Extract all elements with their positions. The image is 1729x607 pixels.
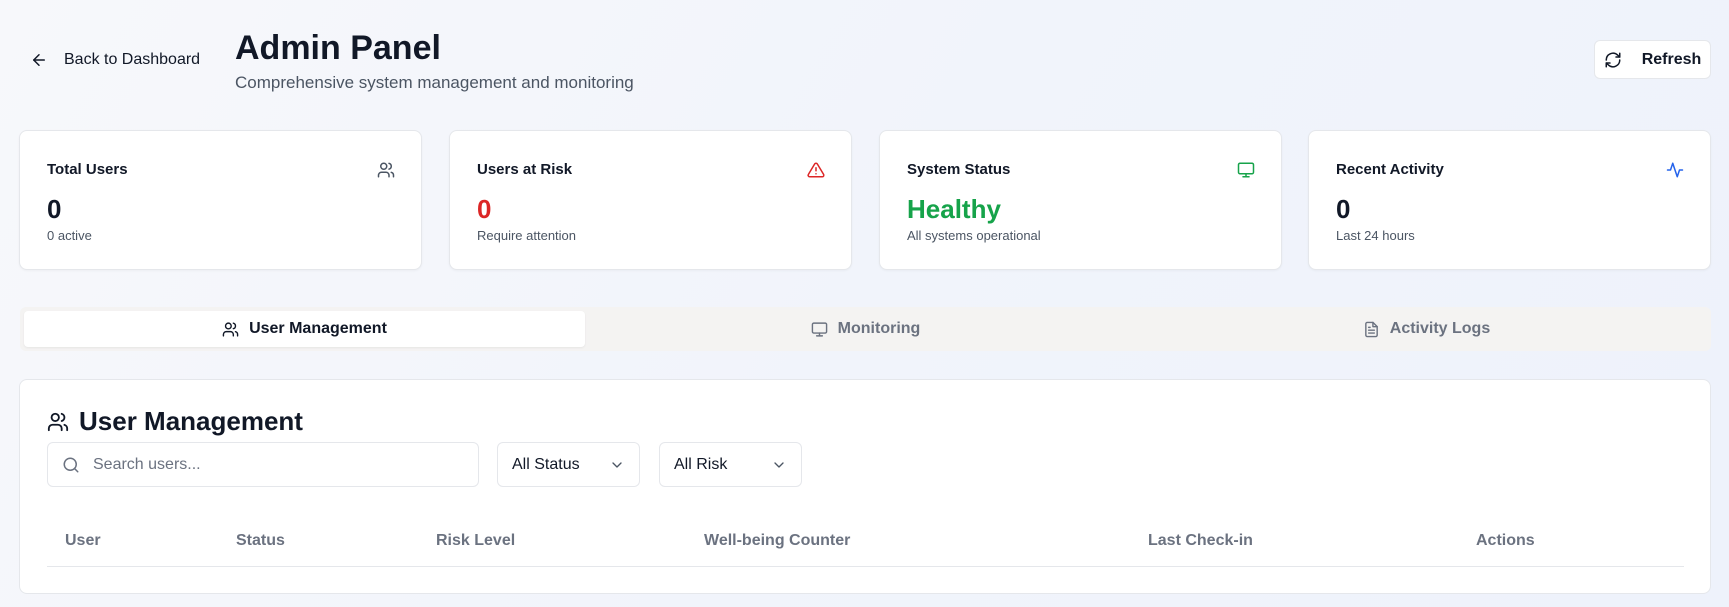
- refresh-button[interactable]: Refresh: [1594, 40, 1711, 79]
- title-block: Admin Panel Comprehensive system managem…: [235, 26, 634, 94]
- users-table-header: User Status Risk Level Well-being Counte…: [47, 515, 1684, 567]
- stat-card-system-status: System Status Healthy All systems operat…: [879, 130, 1282, 270]
- tab-monitoring[interactable]: Monitoring: [585, 311, 1146, 347]
- users-icon: [222, 321, 239, 337]
- users-icon: [377, 161, 395, 179]
- tab-label: Activity Logs: [1389, 320, 1491, 337]
- stat-value: Healthy: [907, 194, 1001, 224]
- column-header-risk-level[interactable]: Risk Level: [436, 532, 515, 550]
- user-management-panel: User Management All Status All Risk User…: [19, 379, 1711, 594]
- tab-bar: User Management Monitoring Activity Logs: [20, 307, 1711, 351]
- tab-label: Monitoring: [837, 320, 921, 337]
- refresh-icon: [1605, 52, 1621, 67]
- stat-subtext: 0 active: [47, 228, 92, 243]
- activity-icon: [1666, 161, 1684, 179]
- column-header-last-check-in[interactable]: Last Check-in: [1148, 532, 1253, 550]
- stat-subtext: All systems operational: [907, 228, 1041, 243]
- alert-triangle-icon: [807, 161, 825, 179]
- panel-title: User Management: [47, 406, 303, 437]
- stat-label: Users at Risk: [477, 161, 573, 178]
- status-filter-select[interactable]: All Status: [497, 442, 640, 487]
- back-button-label: Back to Dashboard: [64, 51, 201, 68]
- monitor-icon: [1237, 161, 1255, 179]
- tab-label: User Management: [249, 320, 387, 337]
- stat-value: 0: [477, 194, 492, 224]
- users-icon: [47, 412, 69, 431]
- chevron-down-icon: [774, 461, 784, 468]
- monitor-icon: [811, 321, 827, 337]
- search-input[interactable]: [48, 443, 478, 486]
- stat-card-recent-activity: Recent Activity 0 Last 24 hours: [1308, 130, 1711, 270]
- page-header: Back to Dashboard Admin Panel Comprehens…: [0, 0, 1729, 110]
- status-filter-value: All Status: [512, 455, 580, 473]
- back-to-dashboard-button[interactable]: Back to Dashboard: [30, 45, 200, 75]
- tab-user-management[interactable]: User Management: [24, 311, 585, 347]
- stat-label: Recent Activity: [1336, 161, 1444, 178]
- column-header-status[interactable]: Status: [236, 532, 285, 550]
- file-text-icon: [1364, 321, 1378, 337]
- stat-card-users-at-risk: Users at Risk 0 Require attention: [449, 130, 852, 270]
- page-title: Admin Panel: [235, 29, 441, 67]
- stat-card-total-users: Total Users 0 0 active: [19, 130, 422, 270]
- column-header-wellbeing-counter[interactable]: Well-being Counter: [704, 532, 850, 550]
- stat-subtext: Require attention: [477, 228, 577, 243]
- chevron-down-icon: [612, 461, 622, 468]
- search-field: [47, 442, 479, 487]
- stat-value: 0: [47, 194, 62, 224]
- column-header-user[interactable]: User: [65, 532, 101, 550]
- search-icon: [63, 457, 79, 472]
- arrow-left-icon: [33, 54, 45, 66]
- page-subtitle: Comprehensive system management and moni…: [235, 73, 634, 92]
- column-header-actions[interactable]: Actions: [1476, 532, 1535, 550]
- stat-label: System Status: [907, 161, 1011, 178]
- stat-subtext: Last 24 hours: [1336, 228, 1415, 243]
- refresh-label: Refresh: [1641, 50, 1702, 68]
- stat-value: 0: [1336, 194, 1351, 224]
- risk-filter-select[interactable]: All Risk: [659, 442, 802, 487]
- stat-label: Total Users: [47, 161, 128, 178]
- tab-activity-logs[interactable]: Activity Logs: [1146, 311, 1707, 347]
- risk-filter-value: All Risk: [674, 455, 728, 473]
- panel-title-label: User Management: [79, 406, 303, 436]
